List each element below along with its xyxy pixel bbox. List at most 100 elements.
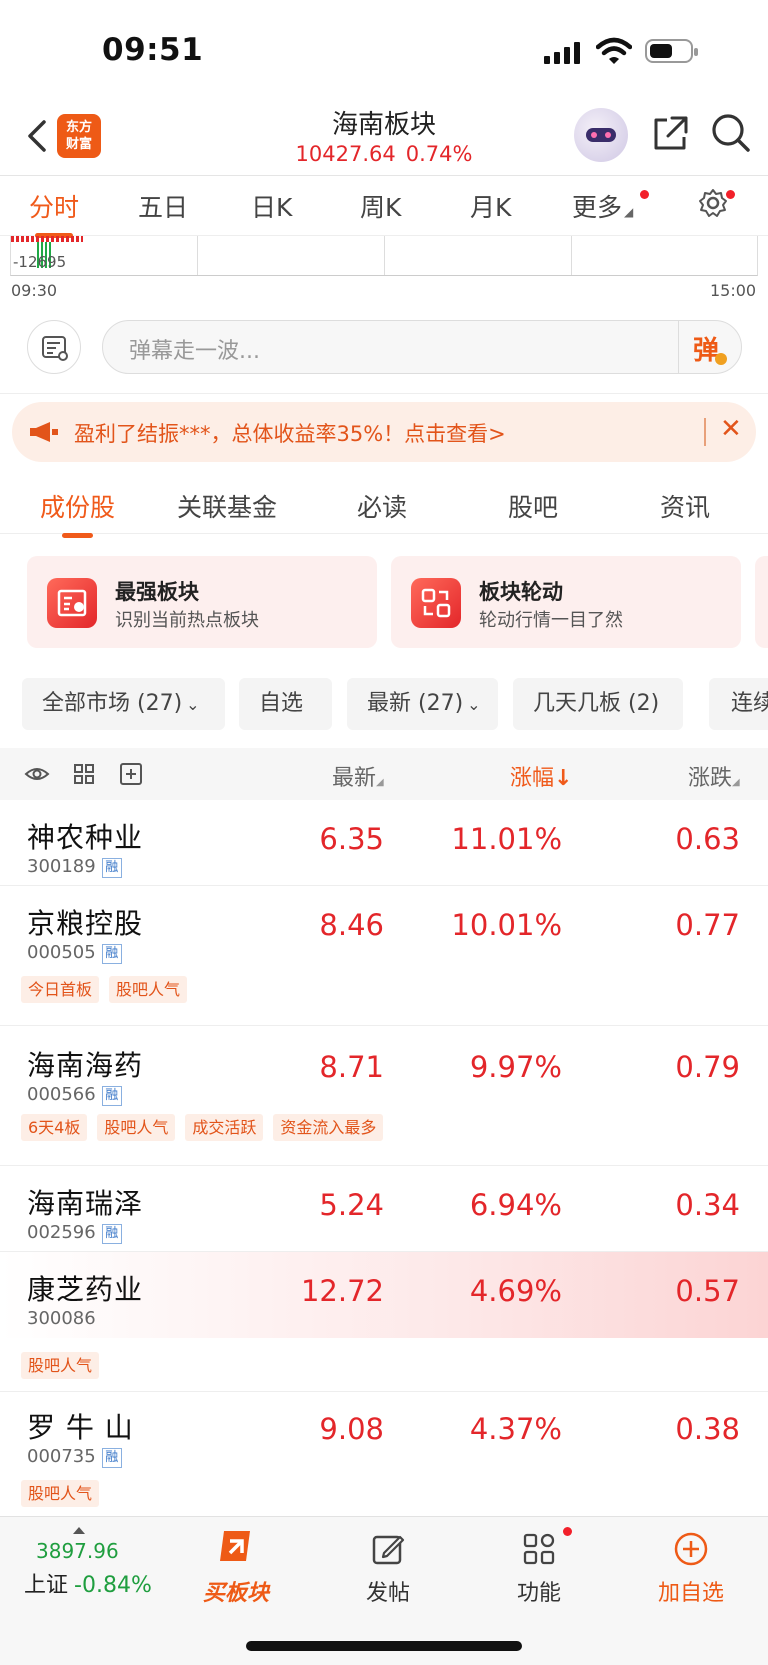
stock-tags: 6天4板 股吧人气 成交活跃 资金流入最多 <box>21 1114 384 1141</box>
filter-watchlist[interactable]: 自选 <box>239 678 332 730</box>
table-row-highlighted[interactable]: 康芝药业 300086 12.72 4.69% 0.57 股吧人气 <box>0 1252 768 1392</box>
chevron-down-icon: ⌄ <box>186 695 200 714</box>
status-time: 09:51 <box>102 32 204 68</box>
filter-consecutive[interactable]: 连续 <box>709 678 768 730</box>
stock-pct: 10.01% <box>451 908 562 942</box>
buy-sector-icon <box>220 1531 250 1561</box>
chevron-down-icon: ⌄ <box>467 695 481 714</box>
stock-code: 300189 <box>27 856 96 877</box>
stock-pct: 6.94% <box>469 1188 562 1222</box>
stock-tag: 成交活跃 <box>185 1114 264 1141</box>
card-subtitle: 识别当前热点板块 <box>115 610 259 631</box>
stock-tags: 股吧人气 <box>21 1352 100 1379</box>
table-header: 最新◢ 涨幅↓ 涨跌◢ <box>0 748 768 800</box>
ai-assistant-icon[interactable] <box>574 108 628 162</box>
tab-intraday[interactable]: 分时 <box>29 188 80 238</box>
check-badge-icon <box>715 353 728 365</box>
search-icon[interactable] <box>710 112 752 154</box>
tab-weekly-k[interactable]: 周K <box>360 188 401 224</box>
card-title: 板块轮动 <box>479 580 563 604</box>
share-icon[interactable] <box>650 114 690 154</box>
card-strongest-sector[interactable]: 最强板块 识别当前热点板块 <box>27 556 377 648</box>
sort-icon: ◢ <box>732 777 740 788</box>
apps-grid-icon <box>523 1533 555 1565</box>
column-header-label: 涨跌 <box>688 766 733 791</box>
battery-icon <box>645 39 698 63</box>
axis-start-time: 09:30 <box>11 281 58 300</box>
filter-limit-up-days[interactable]: 几天几板 (2) <box>513 678 683 730</box>
table-row[interactable]: 海南瑞泽 002596 融 5.24 6.94% 0.34 <box>0 1166 768 1252</box>
home-indicator[interactable] <box>246 1641 522 1651</box>
grid-line <box>571 236 572 275</box>
stock-name: 海南瑞泽 <box>27 1187 144 1220</box>
tab-monthly-k[interactable]: 月K <box>470 188 511 224</box>
tab-daily-k[interactable]: 日K <box>251 188 292 224</box>
stock-code-line: 002596 融 <box>27 1222 122 1244</box>
stock-change: 0.57 <box>675 1274 740 1308</box>
tab-more-label: 更多 <box>572 193 623 222</box>
functions-label: 功能 <box>516 1581 561 1606</box>
danmaku-bar: 弹幕走一波... 弹 <box>0 300 768 394</box>
column-header-pct[interactable]: 涨幅↓ <box>510 760 572 792</box>
tab-forum[interactable]: 股吧 <box>508 488 558 524</box>
tab-more[interactable]: 更多 ◢ <box>572 188 633 224</box>
add-watchlist-label: 加自选 <box>657 1581 724 1606</box>
stock-pct: 11.01% <box>451 822 562 856</box>
tab-constituents[interactable]: 成份股 <box>40 488 116 538</box>
divider <box>704 418 706 446</box>
margin-badge: 融 <box>101 1448 122 1468</box>
danmaku-input[interactable]: 弹幕走一波... 弹 <box>102 320 742 374</box>
stock-price: 6.35 <box>319 822 384 856</box>
column-header-change[interactable]: 涨跌◢ <box>688 760 740 792</box>
expand-up-icon <box>73 1527 85 1534</box>
stock-price: 5.24 <box>319 1188 384 1222</box>
stock-code-line: 300189 融 <box>27 856 122 878</box>
stock-code: 000735 <box>27 1446 96 1467</box>
tab-related-funds[interactable]: 关联基金 <box>177 488 277 524</box>
table-row[interactable]: 海南海药 000566 融 8.71 9.97% 0.79 6天4板 股吧人气 成… <box>0 1026 768 1166</box>
eye-icon[interactable] <box>24 761 50 787</box>
table-row[interactable]: 神农种业 300189 融 6.35 11.01% 0.63 <box>0 800 768 886</box>
stock-code-line: 000735 融 <box>27 1446 122 1468</box>
wifi-icon <box>596 37 632 64</box>
close-icon[interactable]: ✕ <box>720 414 742 444</box>
tab-intraday-label: 分时 <box>29 193 80 222</box>
filter-all-markets[interactable]: 全部市场 (27) ⌄ <box>22 678 225 730</box>
card-partial[interactable] <box>755 556 768 648</box>
post-label: 发帖 <box>365 1581 410 1606</box>
tab-constituents-label: 成份股 <box>40 493 116 522</box>
index-name: 上证 <box>24 1573 69 1598</box>
tab-news[interactable]: 资讯 <box>660 488 710 524</box>
stock-change: 0.77 <box>675 908 740 942</box>
table-row[interactable]: 京粮控股 000505 融 8.46 10.01% 0.77 今日首板 股吧人气 <box>0 886 768 1026</box>
filter-label: 最新 (27) <box>367 691 464 716</box>
stock-name: 海南海药 <box>27 1049 144 1082</box>
stock-code: 000566 <box>27 1084 96 1105</box>
intraday-chart[interactable]: -12695 <box>10 236 758 276</box>
tab-five-day[interactable]: 五日 <box>138 188 188 224</box>
stock-change: 0.79 <box>675 1050 740 1084</box>
filter-label: 全部市场 (27) <box>42 691 183 716</box>
card-sector-rotation[interactable]: 板块轮动 轮动行情一目了然 <box>391 556 741 648</box>
stock-tag: 股吧人气 <box>21 1480 100 1507</box>
functions-notification-dot <box>563 1527 572 1536</box>
sort-desc-arrow-icon: ↓ <box>554 766 573 791</box>
danmaku-settings-icon[interactable] <box>27 320 81 374</box>
stock-tags: 今日首板 股吧人气 <box>21 976 188 1003</box>
stock-name: 京粮控股 <box>27 907 144 940</box>
column-header-label: 涨幅 <box>510 766 555 791</box>
strongest-sector-glyph <box>57 589 87 617</box>
stock-code: 300086 <box>27 1308 96 1329</box>
table-row[interactable]: 罗 牛 山 000735 融 9.08 4.37% 0.38 股吧人气 <box>0 1392 768 1516</box>
filter-latest[interactable]: 最新 (27) ⌄ <box>347 678 498 730</box>
volume-label: -12695 <box>13 253 67 271</box>
column-header-latest[interactable]: 最新◢ <box>332 760 384 792</box>
grid-view-icon[interactable] <box>71 761 97 787</box>
settings-notification-dot <box>726 190 735 199</box>
promo-banner[interactable]: 盈利了结振***，总体收益率35%！点击查看> ✕ <box>12 402 756 462</box>
tab-must-read[interactable]: 必读 <box>357 488 407 524</box>
gear-icon[interactable] <box>697 187 729 219</box>
danmaku-send-button[interactable]: 弹 <box>693 330 728 367</box>
add-box-icon[interactable] <box>118 761 144 787</box>
stock-change: 0.63 <box>675 822 740 856</box>
